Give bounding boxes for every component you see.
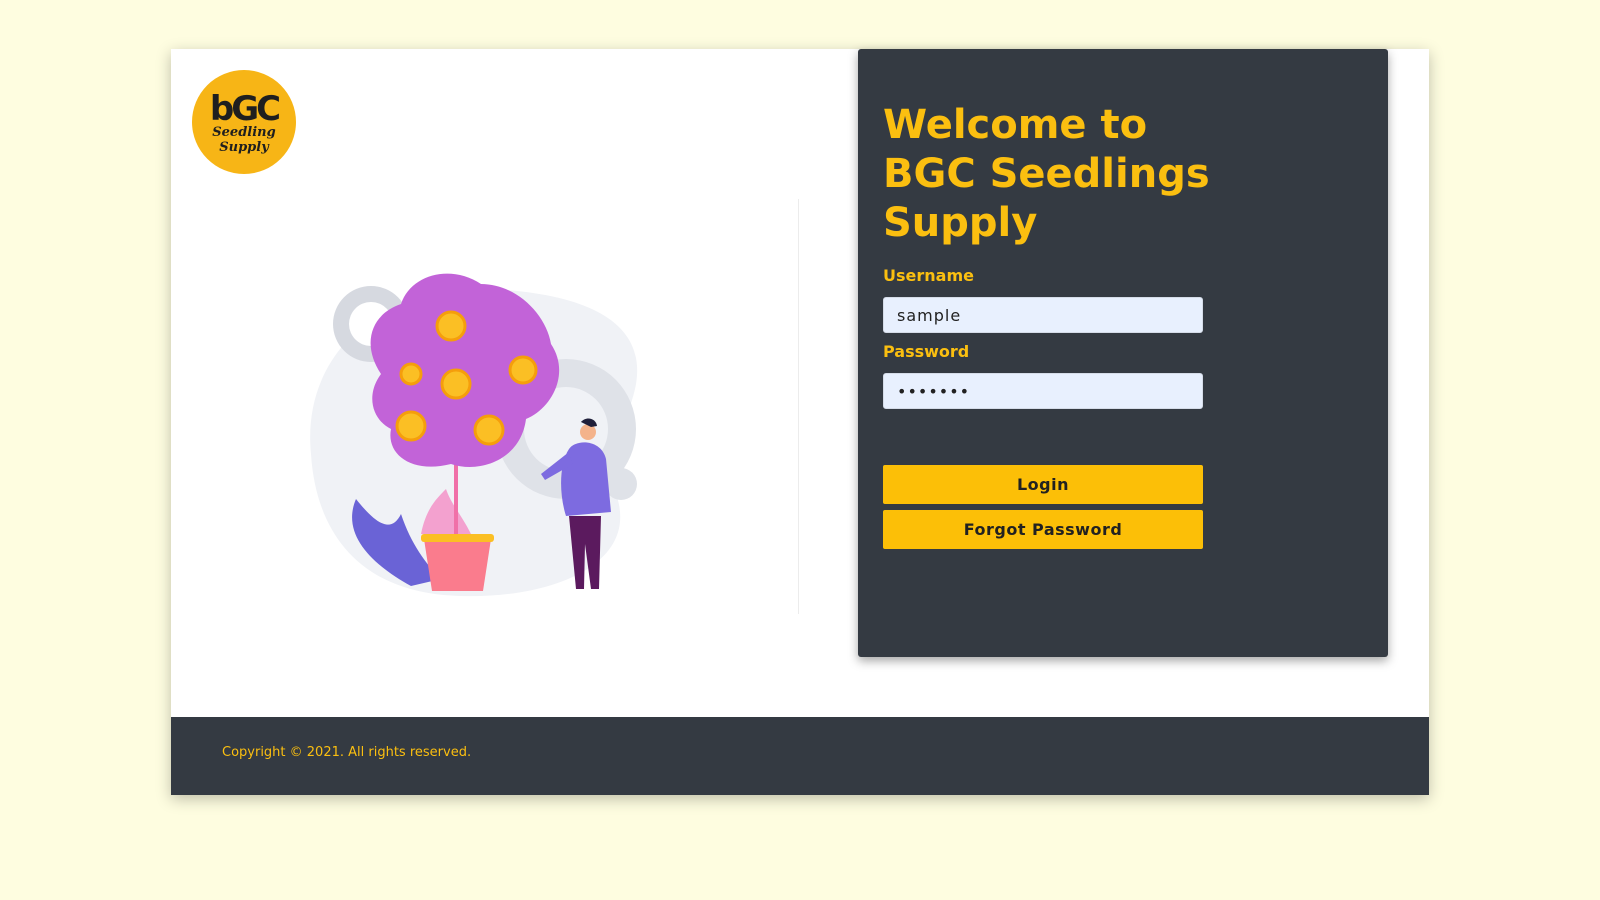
forgot-password-button[interactable]: Forgot Password (883, 510, 1203, 549)
copyright-text: Copyright © 2021. All rights reserved. (222, 745, 472, 760)
main-card: bGC Seedling Supply Welcome to BGC Seedl… (171, 49, 1429, 795)
brand-logo: bGC Seedling Supply (192, 70, 296, 174)
login-panel: Welcome to BGC Seedlings Supply Username… (858, 49, 1388, 657)
logo-line-1: Seedling (212, 125, 276, 140)
welcome-heading: Welcome to BGC Seedlings Supply (883, 102, 1210, 246)
username-label: Username (883, 266, 974, 285)
footer: Copyright © 2021. All rights reserved. (171, 717, 1429, 795)
money-tree-illustration (310, 273, 638, 597)
section-divider (798, 199, 799, 614)
logo-line-2: Supply (219, 140, 269, 155)
password-label: Password (883, 342, 970, 361)
login-button[interactable]: Login (883, 465, 1203, 504)
password-input[interactable] (883, 373, 1203, 409)
logo-wordmark: bGC (209, 89, 281, 129)
username-input[interactable] (883, 297, 1203, 333)
